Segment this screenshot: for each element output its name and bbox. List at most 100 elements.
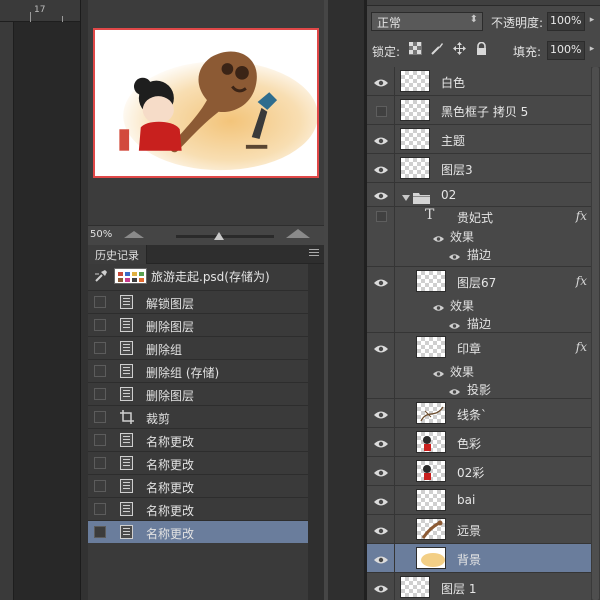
history-step-checkbox[interactable] (94, 365, 106, 377)
layers-scrollbar[interactable] (591, 67, 600, 600)
history-item[interactable]: 名称更改 (88, 451, 308, 474)
eye-icon[interactable] (374, 496, 388, 506)
layer-thumbnail[interactable] (400, 70, 430, 92)
eye-icon[interactable] (374, 77, 388, 87)
history-step-checkbox[interactable] (94, 296, 106, 308)
fill-input[interactable]: 100% (547, 41, 585, 60)
effect-eye-icon[interactable] (433, 232, 444, 242)
panel-menu-icon[interactable] (309, 249, 319, 258)
layer-item[interactable]: bai (367, 486, 591, 515)
layer-effects-badge[interactable]: fx (576, 209, 587, 223)
history-step-checkbox[interactable] (94, 503, 106, 515)
eye-icon[interactable] (374, 164, 388, 174)
lock-all-icon[interactable] (475, 42, 488, 55)
layer-thumbnail[interactable] (400, 157, 430, 179)
zoom-in-icon[interactable] (286, 229, 310, 238)
history-item[interactable]: 名称更改 (88, 497, 308, 520)
visibility-toggle-off[interactable] (376, 106, 387, 117)
visibility-column[interactable] (367, 267, 395, 332)
visibility-column[interactable] (367, 428, 395, 456)
layer-thumbnail[interactable] (416, 431, 446, 453)
visibility-column[interactable] (367, 399, 395, 427)
zoom-slider-track[interactable] (176, 235, 274, 238)
visibility-toggle-off[interactable] (376, 211, 387, 222)
chevron-down-icon[interactable] (402, 195, 410, 201)
history-item[interactable]: 删除图层 (88, 382, 308, 405)
eye-icon[interactable] (374, 190, 388, 200)
effect-eye-icon[interactable] (449, 250, 460, 260)
history-step-checkbox[interactable] (94, 526, 106, 538)
effect-eye-icon[interactable] (433, 301, 444, 311)
layer-item[interactable]: 02彩 (367, 457, 591, 486)
layer-thumbnail[interactable] (416, 547, 446, 569)
history-brush-icon[interactable] (94, 269, 108, 283)
visibility-column[interactable] (367, 183, 395, 206)
history-scrollbar[interactable] (308, 264, 324, 600)
effect-eye-icon[interactable] (433, 367, 444, 377)
layer-effects-badge[interactable]: fx (576, 340, 587, 354)
history-item[interactable]: 名称更改 (88, 520, 308, 543)
visibility-column[interactable] (367, 457, 395, 485)
eye-icon[interactable] (374, 135, 388, 145)
layer-item[interactable]: 图层 1 (367, 573, 591, 600)
effect-eye-icon[interactable] (449, 385, 460, 395)
history-item[interactable]: 删除组 (88, 336, 308, 359)
visibility-column[interactable] (367, 154, 395, 182)
visibility-column[interactable] (367, 515, 395, 543)
eye-icon[interactable] (374, 438, 388, 448)
layer-thumbnail[interactable] (416, 402, 446, 424)
visibility-column[interactable] (367, 573, 395, 600)
effect-eye-icon[interactable] (449, 319, 460, 329)
eye-icon[interactable] (374, 343, 388, 353)
lock-transparent-icon[interactable] (409, 42, 422, 55)
zoom-level[interactable]: 50% (90, 229, 112, 240)
history-item[interactable]: 名称更改 (88, 428, 308, 451)
eye-icon[interactable] (374, 467, 388, 477)
history-step-checkbox[interactable] (94, 480, 106, 492)
layer-thumbnail[interactable] (416, 518, 446, 540)
history-step-checkbox[interactable] (94, 457, 106, 469)
zoom-slider-thumb[interactable] (214, 232, 224, 240)
opacity-dropdown-icon[interactable]: ▸ (586, 12, 598, 31)
history-snapshot[interactable]: 旅游走起.psd(存储为) (88, 264, 308, 288)
history-step-checkbox[interactable] (94, 434, 106, 446)
history-step-checkbox[interactable] (94, 342, 106, 354)
layer-item[interactable]: 白色 (367, 67, 591, 96)
opacity-input[interactable]: 100% (547, 12, 585, 31)
canvas-area[interactable]: 17 (0, 0, 80, 600)
layer-item[interactable]: 印章 fx 效果 投影 (367, 333, 591, 399)
history-step-checkbox[interactable] (94, 411, 106, 423)
zoom-out-icon[interactable] (124, 231, 144, 238)
visibility-column[interactable] (367, 96, 395, 124)
eye-icon[interactable] (374, 409, 388, 419)
blend-mode-select[interactable]: 正常 ⬍ (371, 12, 483, 31)
history-item[interactable]: 裁剪 (88, 405, 308, 428)
layer-thumbnail[interactable] (416, 460, 446, 482)
layer-thumbnail[interactable] (416, 489, 446, 511)
layer-thumbnail[interactable] (400, 576, 430, 598)
history-step-checkbox[interactable] (94, 319, 106, 331)
eye-icon[interactable] (374, 554, 388, 564)
layer-item[interactable]: 图层3 (367, 154, 591, 183)
layer-thumbnail[interactable] (400, 128, 430, 150)
layer-item[interactable]: 黑色框子 拷贝 5 (367, 96, 591, 125)
lock-position-move-icon[interactable] (453, 42, 466, 55)
fill-dropdown-icon[interactable]: ▸ (586, 41, 598, 60)
layer-item[interactable]: 主题 (367, 125, 591, 154)
layers-scrollbar-thumb[interactable] (592, 67, 599, 600)
eye-icon[interactable] (374, 277, 388, 287)
lock-pixels-brush-icon[interactable] (431, 42, 444, 55)
layer-item[interactable]: 远景 (367, 515, 591, 544)
navigator-preview[interactable] (93, 28, 319, 178)
layer-thumbnail[interactable] (416, 336, 446, 358)
visibility-column[interactable] (367, 544, 395, 572)
layer-item[interactable]: 背景 (367, 544, 591, 573)
layer-item[interactable]: 线条` (367, 399, 591, 428)
history-item[interactable]: 解锁图层 (88, 290, 308, 313)
layer-item[interactable]: 色彩 (367, 428, 591, 457)
visibility-column[interactable] (367, 125, 395, 153)
visibility-column[interactable] (367, 67, 395, 95)
layer-effects-badge[interactable]: fx (576, 274, 587, 288)
history-step-checkbox[interactable] (94, 388, 106, 400)
layer-item[interactable]: 图层67 fx 效果 描边 (367, 267, 591, 333)
